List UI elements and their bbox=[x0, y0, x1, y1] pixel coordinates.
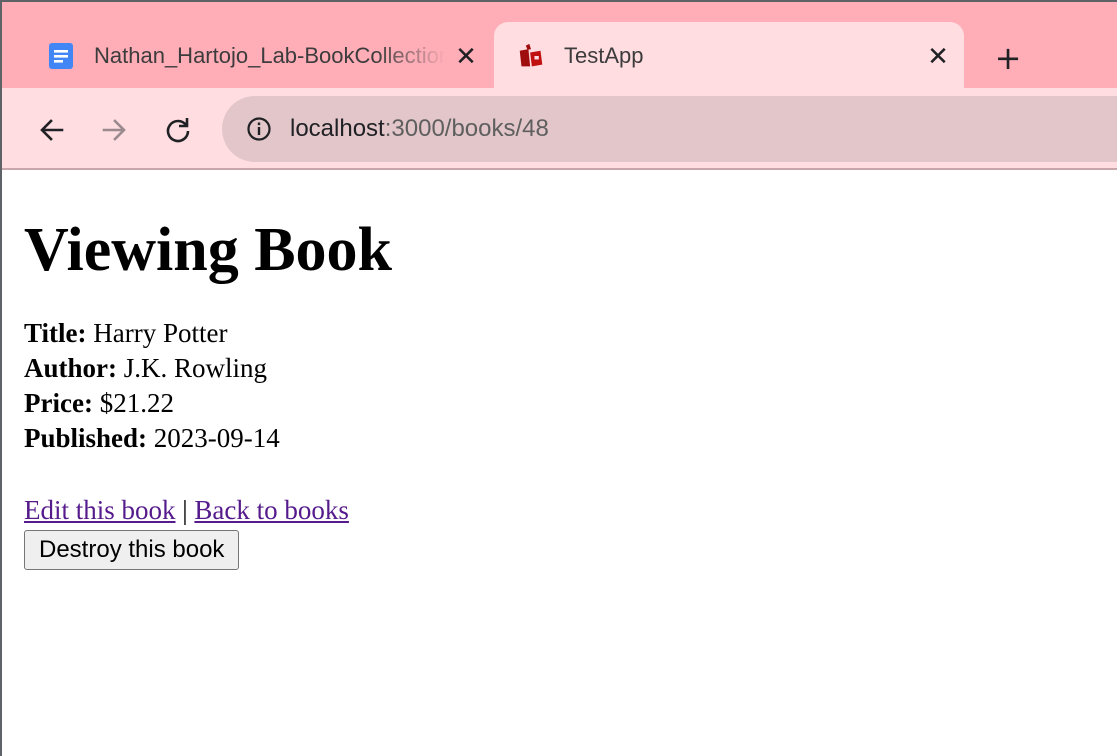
field-title: Title: Harry Potter bbox=[24, 316, 1104, 351]
field-label: Title: bbox=[24, 318, 87, 348]
tab-strip: Nathan_Hartojo_Lab-BookCollection ✕ Test… bbox=[2, 2, 1117, 90]
action-links: Edit this book | Back to books bbox=[24, 492, 1104, 528]
browser-toolbar: localhost:3000/books/48 bbox=[2, 88, 1117, 170]
tab-close-icon[interactable]: ✕ bbox=[918, 41, 958, 72]
reload-button[interactable] bbox=[156, 108, 200, 152]
back-button[interactable] bbox=[30, 108, 74, 152]
rails-icon bbox=[518, 42, 544, 70]
book-details: Title: Harry Potter Author: J.K. Rowling… bbox=[24, 316, 1104, 456]
field-label: Published: bbox=[24, 423, 148, 453]
field-value: Harry Potter bbox=[93, 318, 228, 348]
arrow-right-icon bbox=[102, 119, 126, 141]
field-label: Author: bbox=[24, 353, 117, 383]
link-separator: | bbox=[182, 495, 188, 525]
new-tab-button[interactable]: + bbox=[986, 38, 1030, 78]
field-price: Price: $21.22 bbox=[24, 386, 1104, 421]
forward-button[interactable] bbox=[92, 108, 136, 152]
field-value: J.K. Rowling bbox=[123, 353, 268, 383]
field-author: Author: J.K. Rowling bbox=[24, 351, 1104, 386]
google-docs-icon bbox=[48, 42, 74, 70]
tab-testapp[interactable]: TestApp ✕ bbox=[494, 22, 964, 90]
page-title: Viewing Book bbox=[24, 216, 393, 284]
tab-docs[interactable]: Nathan_Hartojo_Lab-BookCollection ✕ bbox=[32, 22, 492, 90]
field-value: 2023-09-14 bbox=[153, 423, 280, 453]
destroy-book-button[interactable]: Destroy this book bbox=[24, 530, 240, 570]
reload-icon bbox=[166, 118, 190, 143]
info-icon bbox=[247, 117, 271, 141]
tab-close-icon[interactable]: ✕ bbox=[446, 41, 486, 72]
address-bar[interactable]: localhost:3000/books/48 bbox=[222, 96, 1117, 162]
arrow-left-icon bbox=[40, 119, 64, 141]
field-label: Price: bbox=[24, 388, 93, 418]
field-published: Published: 2023-09-14 bbox=[24, 421, 1104, 456]
page-content: Viewing Book Title: Harry Potter Author:… bbox=[24, 172, 1104, 570]
tab-title: TestApp bbox=[564, 43, 644, 68]
url-path: :3000/books/48 bbox=[384, 115, 549, 142]
tab-title: Nathan_Hartojo_Lab-BookCollection bbox=[94, 43, 446, 68]
back-to-books-link[interactable]: Back to books bbox=[194, 495, 349, 525]
edit-book-link[interactable]: Edit this book bbox=[24, 495, 176, 525]
field-value: $21.22 bbox=[99, 388, 174, 418]
url-host: localhost bbox=[290, 115, 385, 142]
